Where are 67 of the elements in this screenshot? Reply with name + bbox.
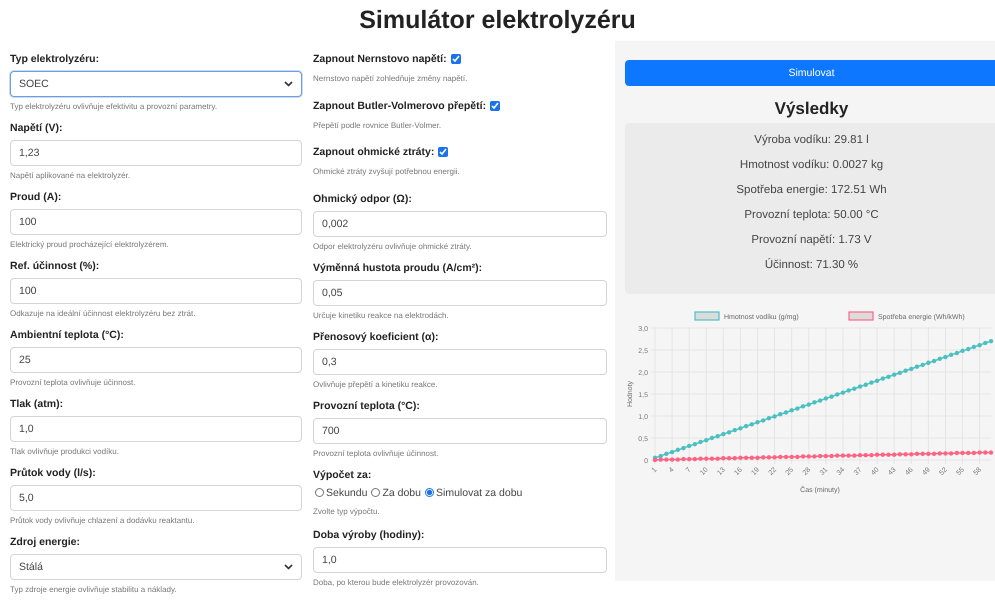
field-label: Typ elektrolyzéru: bbox=[10, 53, 100, 65]
select-field[interactable]: Stálá bbox=[10, 554, 302, 580]
select-field[interactable]: SOEC bbox=[10, 71, 302, 97]
help-text: Tlak ovlivňuje produkci vodíku. bbox=[10, 447, 119, 456]
field-label: Provozní teplota (°C): bbox=[313, 400, 420, 412]
help-text: Odpor elektrolyzéru ovlivňuje ohmické ztráty. bbox=[313, 242, 472, 250]
result-text: Spotřeba energie: 172.51 Wh bbox=[736, 183, 887, 198]
field-label: Přenosový koeficient (α): bbox=[313, 330, 438, 342]
radio-label[interactable]: Sekundu bbox=[326, 486, 368, 498]
checkbox-label: Zapnout ohmické ztráty: bbox=[313, 146, 434, 158]
field-label: Zdroj energie: bbox=[10, 536, 80, 548]
input-field[interactable]: 100 bbox=[10, 209, 302, 235]
input-field[interactable]: 0,002 bbox=[313, 210, 607, 236]
help-text: Napětí aplikované na elektrolyzér. bbox=[10, 171, 130, 180]
input-field[interactable]: 0,3 bbox=[313, 348, 607, 374]
help-text: Typ elektrolyzéru ovlivňuje efektivitu a provozní parametry. bbox=[10, 102, 218, 111]
help-text: Nernstovo napětí zohledňuje změny napětí. bbox=[313, 74, 468, 83]
checkbox[interactable] bbox=[490, 100, 500, 110]
checkbox-label: Zapnout Nernstovo napětí: bbox=[313, 53, 447, 65]
help-text: Zvolte typ výpočtu. bbox=[313, 506, 380, 516]
input-field[interactable]: 100 bbox=[10, 278, 302, 304]
simulate-button[interactable]: Simulovat bbox=[625, 60, 995, 86]
help-text: Průtok vody ovlivňuje chlazení a dodávku reaktantu. bbox=[10, 516, 195, 525]
field-label: Doba výroby (hodiny): bbox=[313, 528, 424, 540]
radio-label[interactable]: Simulovat za dobu bbox=[436, 486, 522, 498]
input-field[interactable]: 0,05 bbox=[313, 280, 607, 306]
field-label: Proud (A): bbox=[10, 191, 62, 203]
caret-icon bbox=[284, 564, 293, 570]
help-text: Ohmické ztráty zvyšují potřebnou energii. bbox=[313, 167, 460, 176]
input-field[interactable]: 5,0 bbox=[10, 485, 302, 511]
radio-button[interactable] bbox=[371, 488, 380, 497]
field-label: Napětí (V): bbox=[10, 122, 62, 134]
help-text: Typ zdroje energie ovlivňuje stabilitu a náklady. bbox=[10, 585, 177, 594]
input-field[interactable]: 1,0 bbox=[10, 416, 302, 442]
field-label: Výpočet za: bbox=[313, 468, 372, 480]
radio-label[interactable]: Za dobu bbox=[382, 486, 421, 498]
help-text: Určuje kinetiku reakce na elektrodách. bbox=[313, 310, 449, 320]
result-text: Provozní napětí: 1.73 V bbox=[751, 233, 872, 248]
help-text: Ovlivňuje přepětí a kinetiku reakce. bbox=[313, 380, 438, 388]
field-label: Tlak (atm): bbox=[10, 398, 64, 410]
field-label: Výměnná hustota proudu (A/cm²): bbox=[313, 262, 482, 274]
input-field[interactable]: 700 bbox=[313, 418, 607, 444]
radio-button[interactable] bbox=[424, 488, 434, 497]
checkbox-label: Zapnout Butler-Volmerovo přepětí: bbox=[313, 100, 486, 112]
help-text: Přepětí podle rovnice Butler-Volmer. bbox=[313, 120, 442, 130]
result-text: Provozní teplota: 50.00 °C bbox=[744, 208, 879, 223]
page-title: Simulátor elektrolyzéru bbox=[358, 5, 637, 36]
help-text: Provozní teplota ovlivňuje účinnost. bbox=[10, 378, 136, 387]
help-text: Doba, po kterou bude elektrolyzér provozován. bbox=[313, 578, 479, 586]
field-label: Průtok vody (l/s): bbox=[10, 467, 96, 479]
field-label: Ref. účinnost (%): bbox=[10, 260, 100, 272]
field-label: Ohmický odpor (Ω): bbox=[313, 192, 412, 204]
result-text: Hmotnost vodíku: 0.0027 kg bbox=[740, 158, 884, 173]
checkbox[interactable] bbox=[450, 54, 461, 64]
field-label: Ambientní teplota (°C): bbox=[10, 329, 124, 341]
caret-icon bbox=[284, 81, 293, 87]
help-text: Provozní teplota ovlivňuje účinnost. bbox=[313, 448, 438, 458]
help-text: Odkazuje na ideální účinnost elektrolyzéru bez ztrát. bbox=[10, 309, 196, 318]
results-heading: Výsledky bbox=[774, 99, 850, 119]
help-text: Elektrický proud procházející elektrolyzérem. bbox=[10, 240, 169, 249]
result-text: Výroba vodíku: 29.81 l bbox=[754, 133, 869, 148]
checkbox[interactable] bbox=[438, 147, 448, 157]
input-field[interactable]: 1,23 bbox=[10, 140, 302, 166]
input-field[interactable]: 25 bbox=[10, 347, 302, 373]
input-field[interactable]: 1,0 bbox=[313, 546, 607, 572]
result-text: Účinnost: 71.30 % bbox=[764, 258, 858, 273]
radio-button[interactable] bbox=[315, 488, 324, 497]
